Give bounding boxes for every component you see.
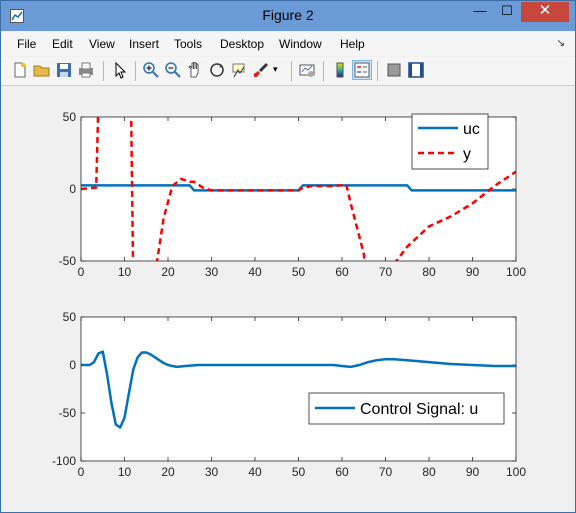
x-tick-label: 50 [292, 265, 306, 279]
edit-plot-icon[interactable] [111, 61, 129, 79]
zoom-out-icon[interactable] [164, 61, 182, 79]
insert-colorbar-icon[interactable] [331, 61, 349, 79]
y-tick-label: 0 [69, 182, 76, 196]
x-tick-label: 40 [248, 465, 262, 479]
dock-arrow-icon[interactable]: ↘ [557, 38, 565, 49]
x-tick-label: 60 [335, 265, 349, 279]
x-tick-label: 30 [205, 265, 219, 279]
show-plot-tools-icon[interactable] [407, 61, 425, 79]
x-tick-label: 10 [118, 465, 132, 479]
minimize-button[interactable]: — [467, 2, 493, 22]
menu-tools[interactable]: Tools [174, 37, 202, 51]
open-file-icon[interactable] [33, 61, 51, 79]
toolbar-separator [135, 61, 136, 81]
print-icon[interactable] [77, 61, 95, 79]
data-cursor-icon[interactable] [230, 61, 248, 79]
toolbar: ▾ [1, 57, 575, 86]
insert-legend-icon[interactable] [352, 60, 372, 80]
rotate-3d-icon[interactable] [208, 61, 226, 79]
x-tick-label: 30 [205, 465, 219, 479]
link-plot-icon[interactable] [298, 61, 316, 79]
figure-window: Figure 2 — ☐ ✕ File Edit View Insert Too… [0, 0, 576, 513]
x-tick-label: 40 [248, 265, 262, 279]
brush-dropdown-arrow-icon[interactable]: ▾ [273, 64, 278, 75]
menu-edit[interactable]: Edit [52, 37, 73, 51]
legend-box-bottom[interactable]: Control Signal: u [308, 392, 505, 425]
top-axes[interactable]: 0 10 20 30 40 50 60 70 80 90 100500-50 uc y [2, 86, 575, 286]
x-tick-label: 20 [161, 465, 175, 479]
figure-area: 0 10 20 30 40 50 60 70 80 90 100 50 0 -50 uc y 0 10 20 3… [2, 86, 575, 512]
x-tick-label: 90 [466, 465, 480, 479]
pan-hand-icon[interactable] [186, 61, 204, 79]
x-tick-label: 0 [78, 465, 85, 479]
menu-file[interactable]: File [17, 37, 36, 51]
bottom-axes[interactable]: 0 10 20 30 40 50 60 70 80 90 100 50 0 -50 -100 Control… [2, 286, 575, 510]
new-figure-icon[interactable] [11, 61, 29, 79]
title-bar[interactable]: Figure 2 — ☐ ✕ [1, 1, 575, 31]
zoom-in-icon[interactable] [142, 61, 160, 79]
y-tick-label: 0 [69, 358, 76, 372]
x-tick-label: 20 [161, 265, 175, 279]
toolbar-separator [291, 61, 292, 81]
legend-label-y: y [463, 146, 471, 163]
axes-background [81, 317, 516, 461]
maximize-button[interactable]: ☐ [494, 2, 520, 22]
x-tick-label: 100 [506, 265, 526, 279]
y-tick-label: -50 [59, 254, 77, 268]
toolbar-separator [377, 61, 378, 81]
y-tick-label: -50 [59, 406, 77, 420]
hide-plot-tools-icon[interactable] [385, 61, 403, 79]
x-tick-label: 10 [118, 265, 132, 279]
x-tick-label: 0 [78, 265, 85, 279]
x-tick-label: 70 [379, 465, 393, 479]
x-tick-label: 70 [379, 265, 393, 279]
menu-help[interactable]: Help [340, 37, 365, 51]
menu-insert[interactable]: Insert [129, 37, 159, 51]
brush-icon[interactable] [252, 61, 270, 79]
x-tick-label: 60 [335, 465, 349, 479]
menu-bar: File Edit View Insert Tools Desktop Wind… [1, 32, 575, 56]
y-tick-label: -100 [52, 454, 76, 468]
x-tick-label: 100 [506, 465, 526, 479]
save-icon[interactable] [55, 61, 73, 79]
x-tick-label: 80 [422, 465, 436, 479]
menu-view[interactable]: View [89, 37, 115, 51]
y-tick-label: 50 [63, 310, 77, 324]
x-tick-label: 50 [292, 465, 306, 479]
menu-window[interactable]: Window [279, 37, 322, 51]
toolbar-separator [103, 61, 104, 81]
close-button[interactable]: ✕ [521, 2, 569, 22]
x-tick-label: 90 [466, 265, 480, 279]
y-tick-label: 50 [63, 110, 77, 124]
toolbar-separator [323, 61, 324, 81]
legend-label-uc: uc [463, 121, 480, 138]
menu-desktop[interactable]: Desktop [220, 37, 264, 51]
x-tick-label: 80 [422, 265, 436, 279]
legend-label-control-signal: Control Signal: u [360, 401, 478, 418]
legend-box-top[interactable]: uc y [411, 113, 489, 170]
